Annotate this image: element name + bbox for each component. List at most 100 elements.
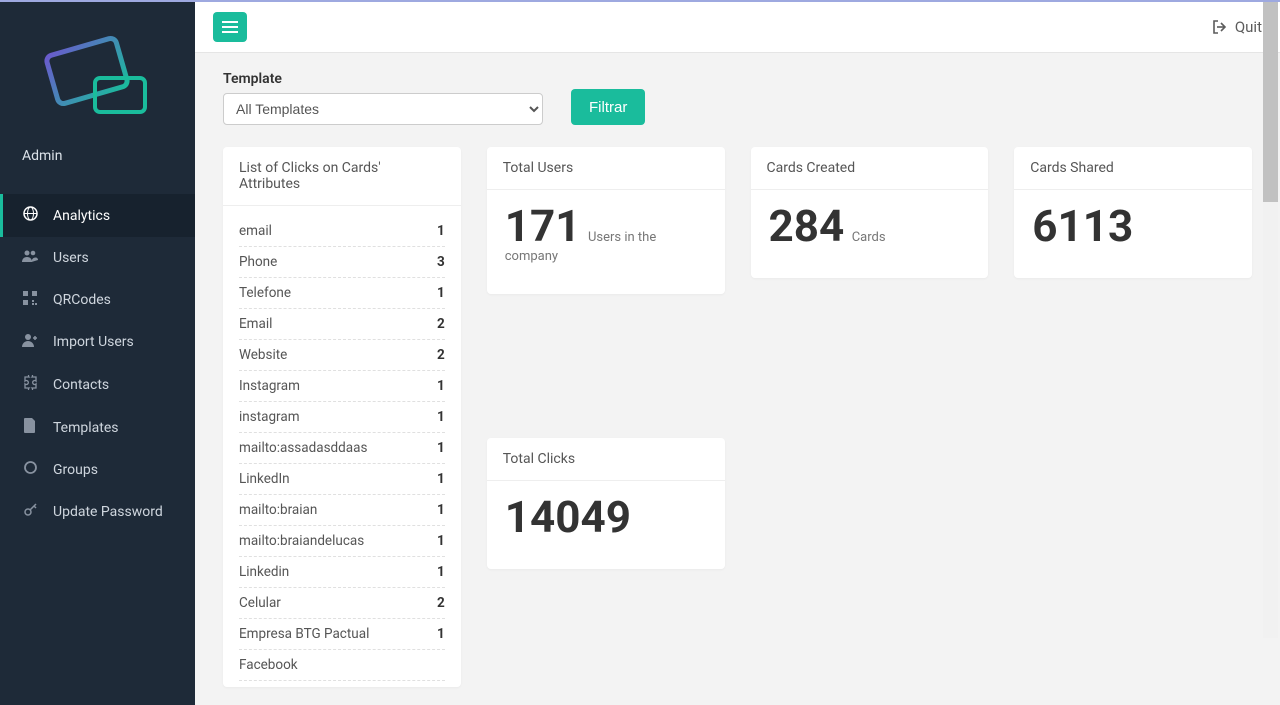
cards-shared-value: 6113 (1032, 204, 1133, 248)
cards-created-card: Cards Created 284 Cards (751, 147, 989, 278)
sidebar-item-label: Users (53, 250, 89, 266)
clicks-row: Empresa BTG Pactual1 (239, 619, 445, 650)
clicks-row-count: 1 (437, 223, 445, 239)
sidebar-item-analytics[interactable]: Analytics (0, 194, 195, 237)
clicks-row: Facebook (239, 650, 445, 681)
filter-button[interactable]: Filtrar (571, 89, 645, 125)
qrcode-icon (22, 291, 38, 309)
sidebar: Admin Analytics Users QRCodes Import Users C… (0, 2, 195, 705)
clicks-list: email 1 Phone 3 Telefone 1 Email 2 Website 2 Insta… (223, 206, 461, 687)
content: Template All Templates Filtrar List of C… (195, 53, 1280, 705)
clicks-row: Phone 3 (239, 247, 445, 278)
clicks-row-count: 1 (437, 409, 445, 425)
user-plus-icon (22, 333, 38, 351)
stats-grid: List of Clicks on Cards' Attributes emai… (223, 147, 1252, 687)
sidebar-item-users[interactable]: Users (0, 237, 195, 279)
admin-label: Admin (0, 134, 195, 194)
total-clicks-title: Total Clicks (487, 438, 725, 481)
clicks-row: Email 2 (239, 309, 445, 340)
clicks-row: mailto:braian 1 (239, 495, 445, 526)
sidebar-item-groups[interactable]: Groups (0, 449, 195, 490)
sidebar-item-label: Analytics (53, 208, 110, 224)
file-icon (22, 418, 38, 437)
sidebar-item-contacts[interactable]: Contacts (0, 363, 195, 406)
users-icon (22, 249, 38, 267)
clicks-row: instagram 1 (239, 402, 445, 433)
cards-shared-title: Cards Shared (1014, 147, 1252, 190)
sidebar-item-update-password[interactable]: Update Password (0, 490, 195, 533)
vertical-scrollbar[interactable] (1263, 2, 1278, 638)
clicks-row: mailto:assadasddaas 1 (239, 433, 445, 464)
clicks-row-name: Linkedin (239, 564, 289, 580)
clicks-row: mailto:braiandelucas 1 (239, 526, 445, 557)
sidebar-item-label: QRCodes (53, 292, 111, 308)
clicks-row-count: 1 (437, 285, 445, 301)
clicks-row-count: 2 (437, 316, 445, 332)
clicks-list-card: List of Clicks on Cards' Attributes emai… (223, 147, 461, 687)
main: Quit Template All Templates Filtrar List… (195, 2, 1280, 705)
clicks-row-count: 1 (437, 440, 445, 456)
clicks-row-count: 1 (437, 378, 445, 394)
clicks-row-name: mailto:braian (239, 502, 317, 518)
clicks-row-count: 2 (437, 347, 445, 363)
puzzle-icon (22, 375, 38, 394)
cards-shared-card: Cards Shared 6113 (1014, 147, 1252, 278)
clicks-row-name: LinkedIn (239, 471, 290, 487)
clicks-row-name: mailto:braiandelucas (239, 533, 364, 549)
sign-out-icon (1212, 20, 1227, 34)
total-clicks-card: Total Clicks 14049 (487, 438, 725, 569)
sidebar-item-label: Import Users (53, 334, 134, 350)
total-users-card: Total Users 171 Users in the company (487, 147, 725, 294)
clicks-row-name: instagram (239, 409, 300, 425)
quit-label: Quit (1235, 18, 1262, 36)
sidebar-item-templates[interactable]: Templates (0, 406, 195, 449)
side-nav: Analytics Users QRCodes Import Users Contact… (0, 194, 195, 533)
clicks-row-name: Phone (239, 254, 277, 270)
clicks-row: Instagram 1 (239, 371, 445, 402)
scrollbar-thumb[interactable] (1263, 2, 1278, 202)
filter-row: Template All Templates Filtrar (223, 71, 1252, 125)
clicks-row-name: Telefone (239, 285, 291, 301)
clicks-row: Website 2 (239, 340, 445, 371)
clicks-row-count: 2 (437, 595, 445, 611)
logo (0, 2, 195, 134)
clicks-row-name: Website (239, 347, 287, 363)
sidebar-item-label: Groups (53, 462, 98, 478)
total-users-title: Total Users (487, 147, 725, 190)
clicks-row: Linkedin 1 (239, 557, 445, 588)
clicks-row-name: Celular (239, 595, 281, 611)
clicks-row-name: Instagram (239, 378, 300, 394)
clicks-row: email 1 (239, 216, 445, 247)
sidebar-item-qrcodes[interactable]: QRCodes (0, 279, 195, 321)
quit-link[interactable]: Quit (1212, 18, 1262, 36)
template-select[interactable]: All Templates (223, 93, 543, 125)
cards-created-title: Cards Created (751, 147, 989, 190)
clicks-row-count: 3 (437, 254, 445, 270)
hamburger-icon (222, 21, 238, 33)
clicks-row-count: 1 (437, 564, 445, 580)
clicks-row-count: 1 (437, 533, 445, 549)
clicks-row-name: Email (239, 316, 272, 332)
topbar: Quit (195, 2, 1280, 53)
circle-icon (22, 461, 38, 478)
clicks-row-name: mailto:assadasddaas (239, 440, 367, 456)
total-users-value: 171 (505, 204, 581, 248)
clicks-row: Telefone 1 (239, 278, 445, 309)
globe-icon (22, 206, 38, 225)
total-clicks-value: 14049 (505, 495, 631, 539)
key-icon (22, 502, 38, 521)
sidebar-item-label: Contacts (53, 377, 109, 393)
sidebar-item-import-users[interactable]: Import Users (0, 321, 195, 363)
clicks-row-count: 1 (437, 502, 445, 518)
clicks-row: LinkedIn 1 (239, 464, 445, 495)
clicks-row-name: Facebook (239, 657, 298, 673)
cards-created-sub: Cards (852, 230, 886, 245)
cards-created-value: 284 (769, 204, 845, 248)
sidebar-item-label: Update Password (53, 504, 163, 520)
template-label: Template (223, 71, 543, 87)
clicks-row-count: 1 (437, 471, 445, 487)
sidebar-item-label: Templates (53, 420, 119, 436)
clicks-row-name: email (239, 223, 272, 239)
clicks-row: Celular 2 (239, 588, 445, 619)
menu-toggle-button[interactable] (213, 12, 247, 42)
